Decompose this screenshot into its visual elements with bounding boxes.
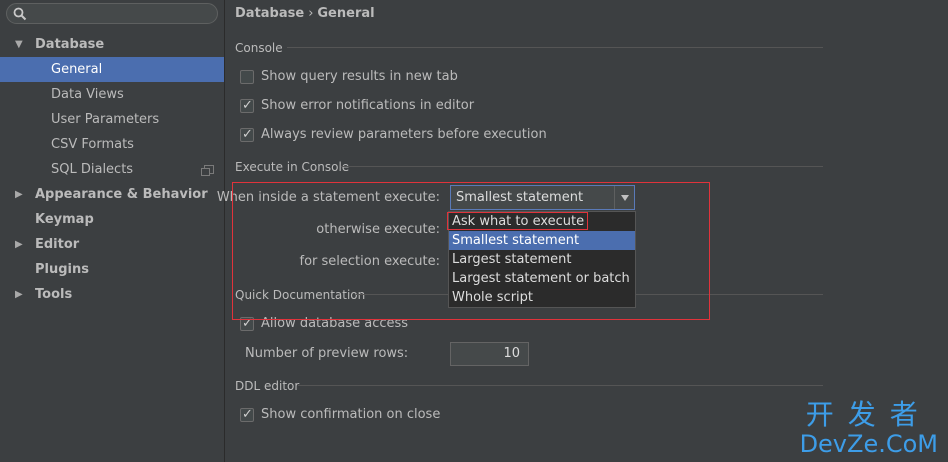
dropdown-option[interactable]: Smallest statement [449, 231, 635, 250]
breadcrumb-separator: › [308, 6, 314, 21]
breadcrumb-current: General [317, 6, 375, 21]
expanded-arrow-icon[interactable]: ▼ [15, 32, 27, 57]
settings-search-field[interactable] [6, 3, 218, 24]
tree-item-label: General [51, 62, 103, 77]
otherwise-execute-label: otherwise execute: [316, 222, 440, 237]
section-title-console: Console [235, 41, 283, 55]
dropdown-option[interactable]: Largest statement [449, 250, 635, 269]
tree-item-sql-dialects[interactable]: SQL Dialects [0, 157, 224, 182]
tree-item-user-parameters[interactable]: User Parameters [0, 107, 224, 132]
tree-item-tools[interactable]: ▶ Tools [0, 282, 224, 307]
tree-item-editor[interactable]: ▶ Editor [0, 232, 224, 257]
checkbox-label: Always review parameters before executio… [261, 127, 547, 142]
preview-rows-input[interactable]: 10 [450, 342, 529, 366]
dropdown-option[interactable]: Largest statement or batch [449, 269, 635, 288]
checkbox-label: Show confirmation on close [261, 407, 441, 422]
checkbox-label: Allow database access [261, 316, 409, 331]
inside-statement-label: When inside a statement execute: [216, 190, 440, 205]
collapsed-arrow-icon[interactable]: ▶ [15, 182, 27, 207]
watermark-logo: 开发者 DevZe.CoM [799, 398, 938, 458]
tree-item-appearance-behavior[interactable]: ▶ Appearance & Behavior [0, 182, 224, 207]
dropdown-option[interactable]: Ask what to execute [449, 212, 635, 231]
tree-item-label: Data Views [51, 87, 124, 102]
tree-item-csv-formats[interactable]: CSV Formats [0, 132, 224, 157]
project-settings-copy-icon [201, 165, 214, 176]
tree-item-label: Editor [35, 237, 80, 252]
settings-content-panel: Database › General Console Show query resu… [217, 0, 948, 462]
checkbox-label: Show error notifications in editor [261, 98, 475, 113]
watermark-en: DevZe.CoM [799, 430, 938, 458]
tree-item-label: Plugins [35, 262, 89, 277]
execute-options-dropdown: Ask what to execute Smallest statement L… [448, 211, 636, 308]
collapsed-arrow-icon[interactable]: ▶ [15, 282, 27, 307]
show-confirmation-checkbox[interactable] [240, 405, 254, 425]
select-value: Smallest statement [456, 190, 584, 205]
show-error-notifications-checkbox[interactable] [240, 96, 254, 116]
tree-item-database[interactable]: ▼ Database [0, 32, 224, 57]
tree-item-data-views[interactable]: Data Views [0, 82, 224, 107]
section-title-execute-in-console: Execute in Console [235, 160, 350, 174]
tree-item-label: User Parameters [51, 112, 160, 127]
section-divider [298, 385, 823, 386]
tree-item-label: Keymap [35, 212, 94, 227]
chevron-down-icon[interactable] [614, 186, 634, 209]
tree-item-general[interactable]: General [0, 57, 224, 82]
checkbox-label: Show query results in new tab [261, 69, 458, 84]
tree-item-plugins[interactable]: Plugins [0, 257, 224, 282]
search-icon [13, 7, 27, 21]
section-title-quick-documentation: Quick Documentation [235, 288, 366, 302]
settings-sidebar: ▼ Database General Data Views User Param… [0, 0, 225, 462]
tree-item-label: Database [35, 37, 105, 52]
tree-item-label: CSV Formats [51, 137, 134, 152]
breadcrumb: Database › General [235, 6, 375, 21]
selection-execute-label: for selection execute: [299, 254, 441, 269]
breadcrumb-parent: Database [235, 6, 305, 21]
inside-statement-select[interactable]: Smallest statement [450, 185, 635, 210]
show-query-results-checkbox[interactable] [240, 70, 254, 84]
collapsed-arrow-icon[interactable]: ▶ [15, 232, 27, 257]
watermark-cn: 开发者 [805, 398, 932, 431]
settings-tree: ▼ Database General Data Views User Param… [0, 32, 224, 307]
allow-db-access-checkbox[interactable] [240, 314, 254, 334]
section-divider [341, 166, 823, 167]
dropdown-option[interactable]: Whole script [449, 288, 635, 307]
tree-item-label: Appearance & Behavior [35, 187, 208, 202]
always-review-params-checkbox[interactable] [240, 125, 254, 145]
preview-rows-label: Number of preview rows: [245, 346, 409, 361]
section-title-ddl-editor: DDL editor [235, 379, 300, 393]
tree-item-keymap[interactable]: Keymap [0, 207, 224, 232]
section-divider [287, 47, 823, 48]
tree-item-label: SQL Dialects [51, 162, 134, 177]
tree-item-label: Tools [35, 287, 73, 302]
